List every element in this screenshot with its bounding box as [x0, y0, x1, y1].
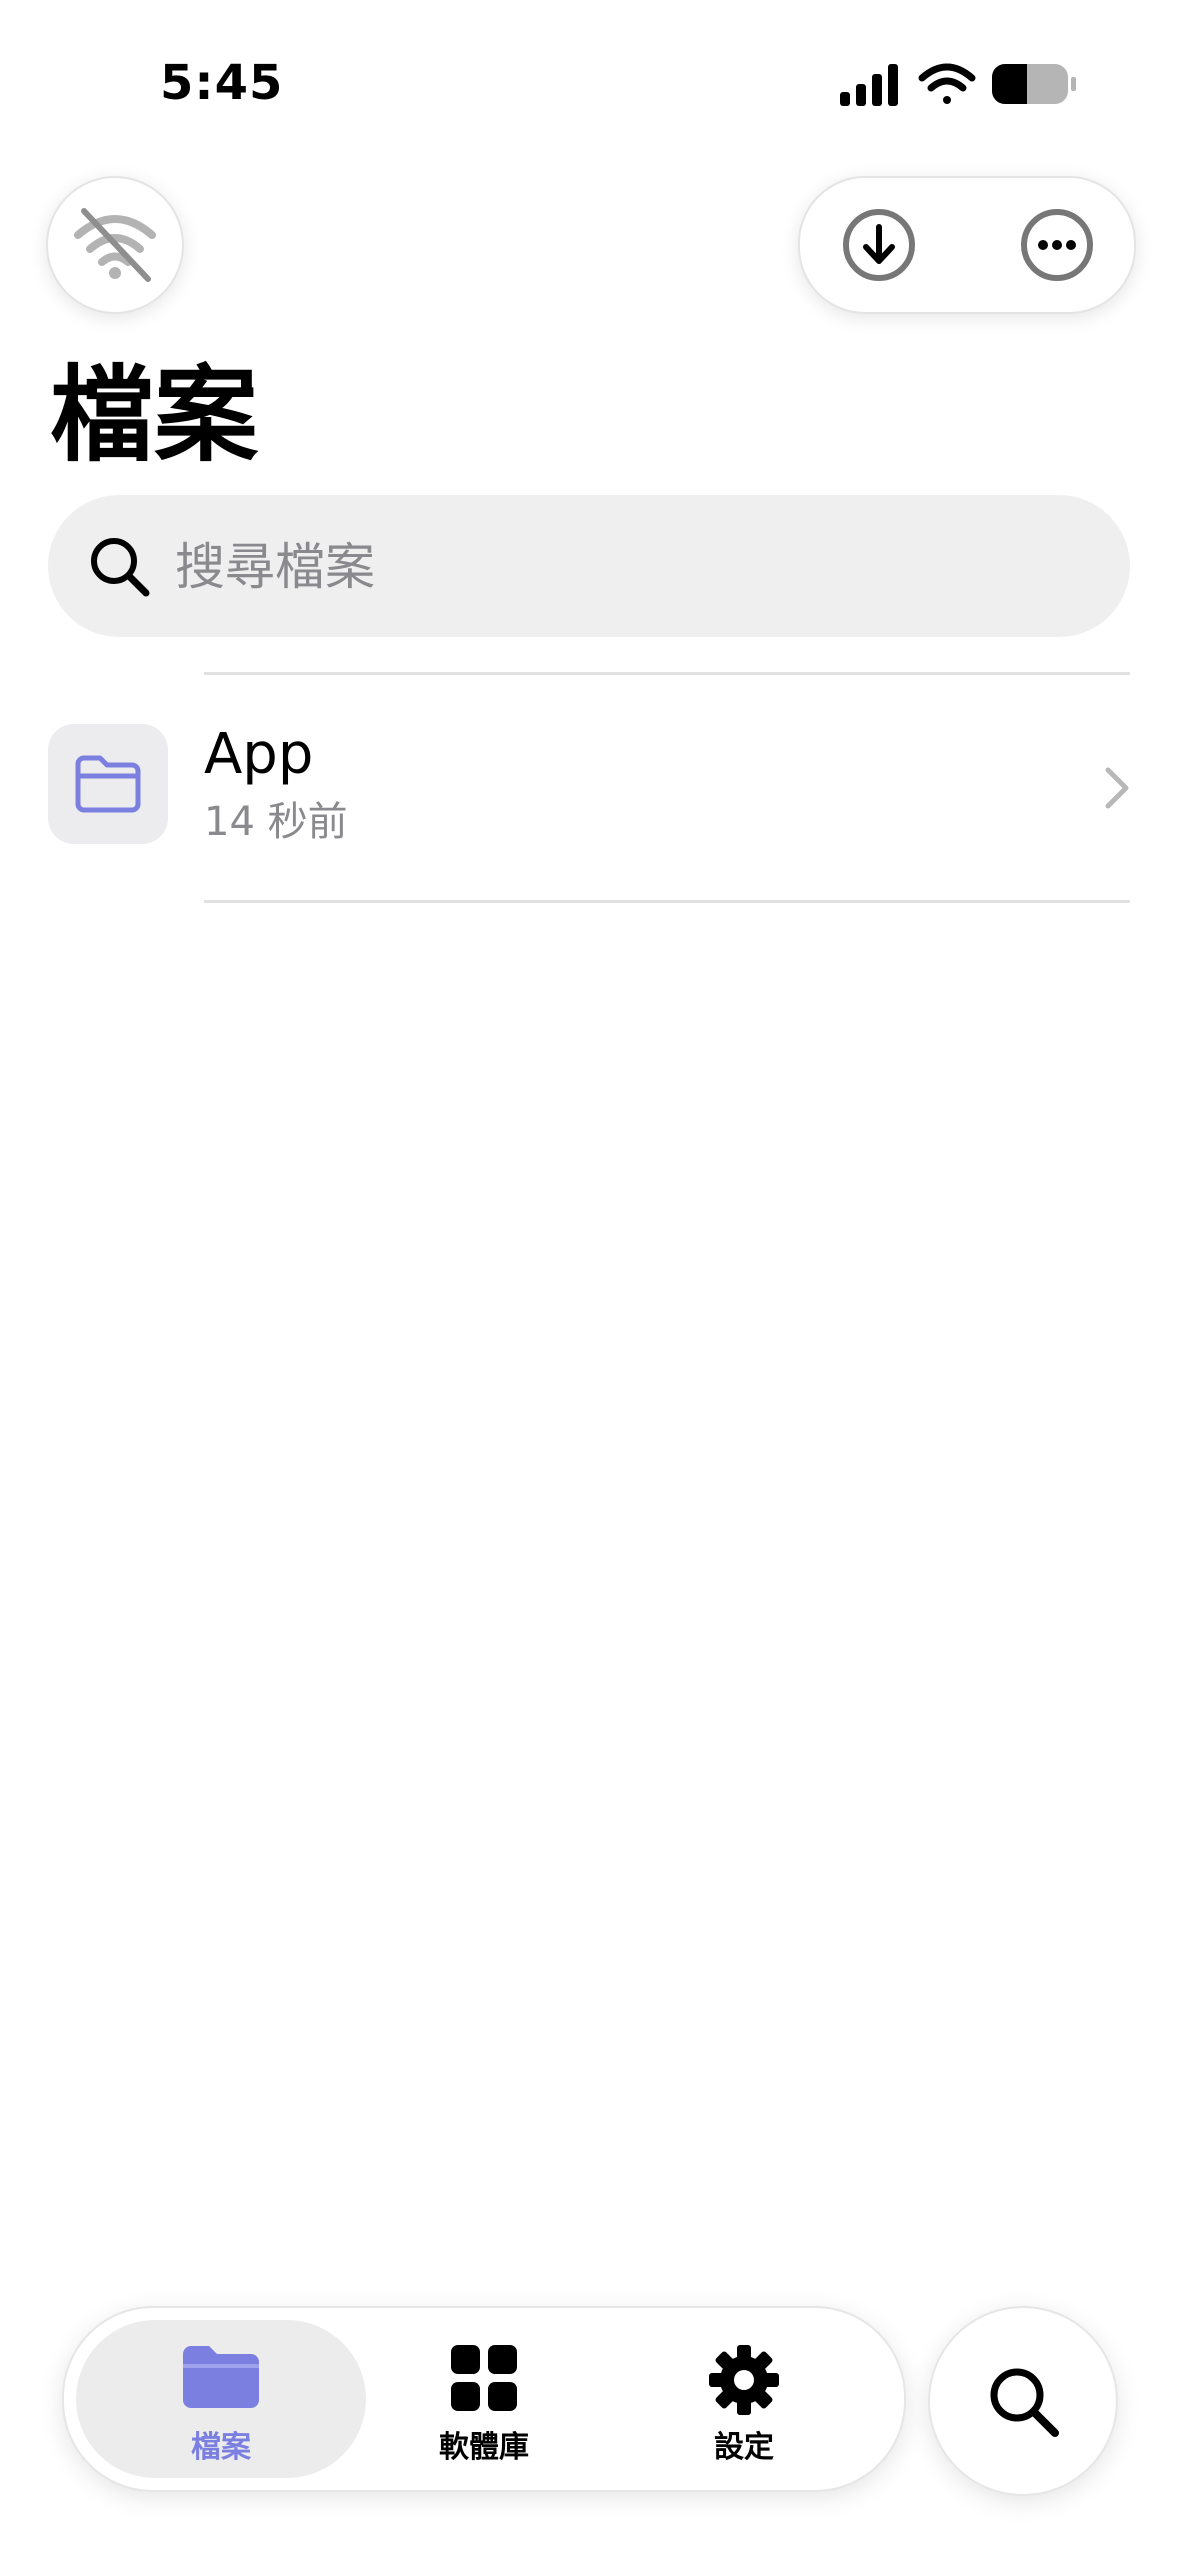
tab-settings[interactable]: 設定: [614, 2308, 874, 2490]
tab-bar: 檔案 軟體庫 設定: [62, 2306, 906, 2492]
file-name: App: [204, 722, 314, 787]
more-icon: [1021, 209, 1093, 281]
list-divider-bottom: [204, 900, 1130, 903]
cellular-signal-icon: [840, 64, 898, 106]
download-button[interactable]: [812, 178, 946, 312]
folder-thumbnail: [48, 724, 168, 844]
search-icon: [91, 538, 150, 597]
gear-icon: [709, 2345, 779, 2415]
tab-files[interactable]: 檔案: [91, 2308, 351, 2490]
wifi-icon: [918, 63, 976, 104]
search-button[interactable]: [928, 2306, 1118, 2496]
search-icon: [990, 2368, 1059, 2437]
search-bar[interactable]: [48, 495, 1130, 637]
search-input[interactable]: [173, 525, 1077, 609]
status-icons: [840, 63, 1076, 106]
wifi-off-icon: [74, 208, 156, 282]
download-icon: [843, 209, 915, 281]
header-actions: [798, 176, 1136, 314]
folder-icon: [183, 2346, 259, 2408]
file-modified: 14 秒前: [204, 799, 348, 845]
list-item[interactable]: App 14 秒前: [0, 672, 1179, 900]
more-button[interactable]: [990, 178, 1124, 312]
chevron-right-icon: [1105, 767, 1129, 809]
status-time: 5:45: [160, 55, 284, 111]
tab-label: 軟體庫: [439, 2430, 529, 2465]
tab-label: 檔案: [191, 2430, 251, 2465]
folder-icon: [75, 755, 141, 813]
battery-icon: [992, 64, 1076, 104]
grid-icon: [451, 2345, 517, 2411]
tab-library[interactable]: 軟體庫: [354, 2308, 614, 2490]
page-title: 檔案: [50, 354, 259, 476]
tab-label: 設定: [714, 2430, 774, 2465]
offline-status-button[interactable]: [46, 176, 184, 314]
